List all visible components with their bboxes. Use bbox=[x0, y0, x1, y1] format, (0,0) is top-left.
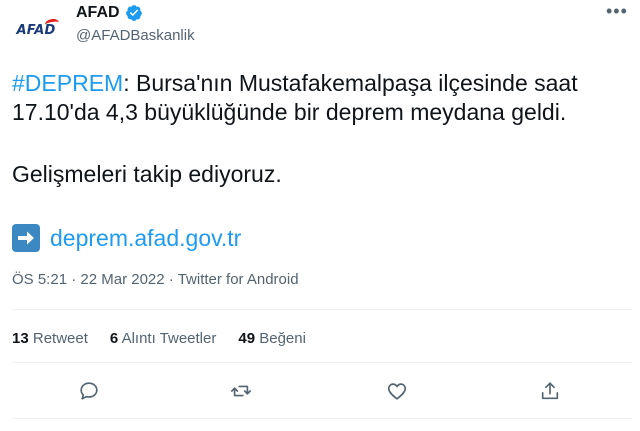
tweet-stats: 13 Retweet 6 Alıntı Tweetler 49 Beğeni bbox=[12, 330, 328, 347]
tweet-text-line3: Gelişmeleri takip ediyoruz. bbox=[12, 161, 282, 187]
avatar[interactable]: AFAD bbox=[12, 6, 60, 54]
link-row: deprem.afad.gov.tr bbox=[12, 224, 241, 252]
handle[interactable]: @AFADBaskanlik bbox=[76, 27, 195, 44]
tweet-source: Twitter for Android bbox=[177, 271, 299, 288]
reply-icon[interactable] bbox=[74, 376, 104, 406]
afad-logo: AFAD bbox=[17, 17, 60, 38]
retweet-icon[interactable] bbox=[226, 376, 256, 406]
share-icon[interactable] bbox=[535, 376, 565, 406]
quote-stat[interactable]: 6 Alıntı Tweetler bbox=[110, 330, 216, 347]
hashtag-link[interactable]: #DEPREM bbox=[12, 70, 123, 96]
tweet-text-line1: : Bursa'nın Mustafakemalpaşa ilçesinde s… bbox=[123, 70, 578, 96]
display-name[interactable]: AFAD bbox=[76, 4, 120, 22]
author-name-row: AFAD bbox=[76, 4, 143, 22]
divider bbox=[12, 309, 632, 310]
tweet-date[interactable]: 22 Mar 2022 bbox=[80, 271, 164, 288]
more-icon[interactable]: ••• bbox=[606, 2, 628, 20]
like-icon[interactable] bbox=[382, 376, 412, 406]
external-link[interactable]: deprem.afad.gov.tr bbox=[50, 225, 241, 252]
tweet: AFAD AFAD @AFADBaskanlik ••• #DEPREM: Bu… bbox=[0, 0, 640, 431]
divider bbox=[12, 362, 632, 363]
tweet-text: #DEPREM: Bursa'nın Mustafakemalpaşa ilçe… bbox=[12, 69, 632, 189]
tweet-actions bbox=[12, 376, 632, 406]
divider bbox=[12, 418, 632, 419]
tweet-text-line2: 17.10'da 4,3 büyüklüğünde bir deprem mey… bbox=[12, 99, 567, 125]
tweet-time[interactable]: ÖS 5:21 bbox=[12, 271, 67, 288]
verified-badge-icon bbox=[125, 5, 142, 21]
arrow-right-icon bbox=[12, 224, 40, 252]
tweet-meta: ÖS 5:21 · 22 Mar 2022 · Twitter for Andr… bbox=[12, 271, 299, 288]
like-stat[interactable]: 49 Beğeni bbox=[238, 330, 306, 347]
retweet-stat[interactable]: 13 Retweet bbox=[12, 330, 88, 347]
